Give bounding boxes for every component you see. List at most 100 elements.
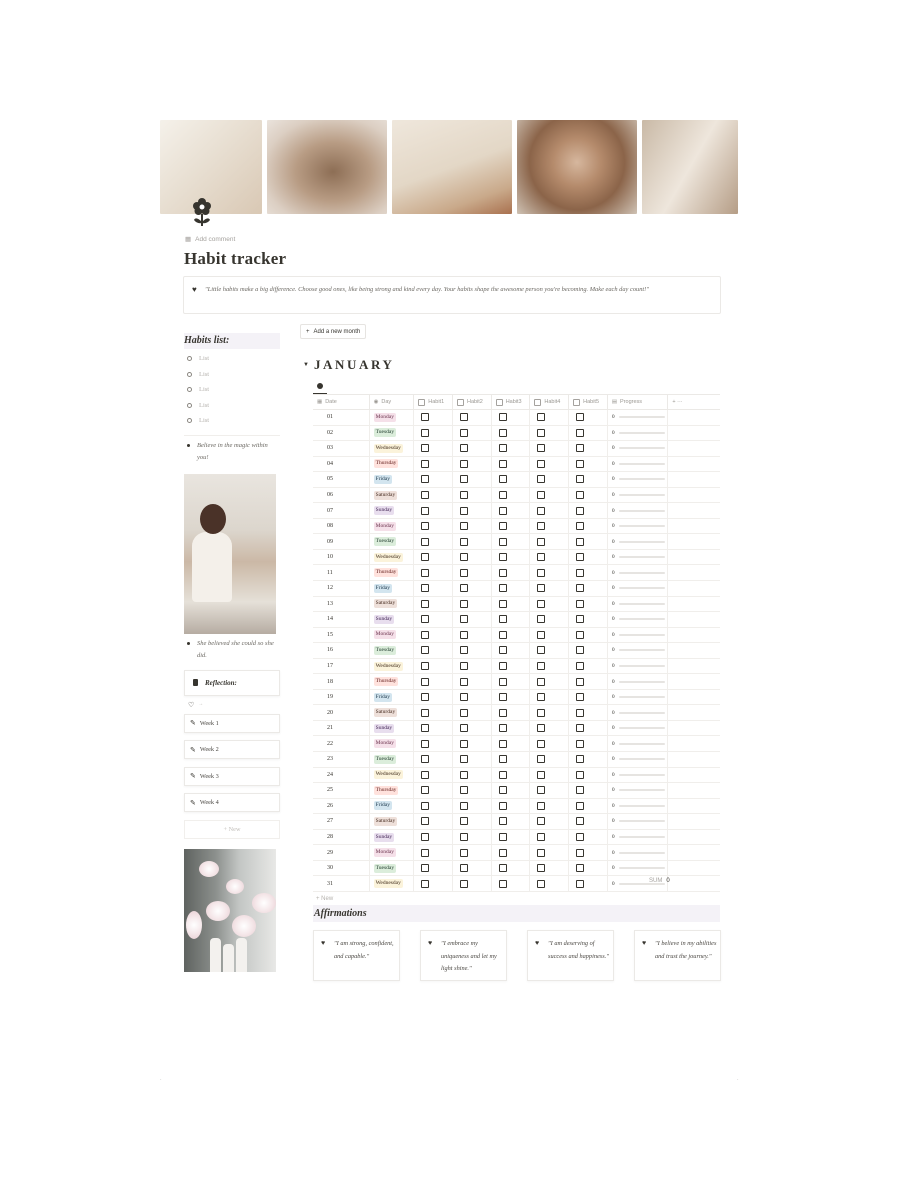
week-2-entry[interactable]: ✎ Week 2 [184, 740, 280, 759]
day-cell[interactable]: Friday [370, 689, 415, 705]
habit-checkbox[interactable] [421, 413, 430, 422]
habit-checkbox[interactable] [460, 801, 469, 810]
day-cell[interactable]: Tuesday [370, 425, 415, 441]
day-cell[interactable]: Sunday [370, 612, 415, 627]
habit-checkbox[interactable] [537, 708, 546, 717]
date-cell[interactable]: 29 [313, 845, 370, 860]
habit-checkbox[interactable] [498, 864, 507, 873]
habit-checkbox[interactable] [421, 817, 430, 826]
day-cell[interactable]: Sunday [370, 829, 415, 845]
habit-checkbox[interactable] [460, 708, 469, 717]
column-header-habit4[interactable]: Habit4 [530, 395, 570, 409]
habit-checkbox[interactable] [421, 677, 430, 686]
habit-checkbox[interactable] [576, 693, 585, 702]
date-cell[interactable]: 31 [313, 876, 370, 891]
habit-checkbox[interactable] [460, 817, 469, 826]
date-cell[interactable]: 18 [313, 674, 370, 689]
flower-page-icon[interactable] [189, 197, 215, 227]
habit-checkbox[interactable] [576, 491, 585, 499]
habit-checkbox[interactable] [576, 522, 585, 531]
table-row[interactable]: 23 Tuesday 0 [313, 752, 720, 768]
habit-checkbox[interactable] [421, 475, 430, 484]
habit-checkbox[interactable] [537, 677, 546, 686]
habit-checkbox[interactable] [576, 786, 585, 795]
day-cell[interactable]: Thursday [370, 783, 415, 798]
day-cell[interactable]: Monday [370, 736, 415, 752]
habit-checkbox[interactable] [537, 428, 546, 437]
day-cell[interactable]: Saturday [370, 814, 415, 829]
table-row[interactable]: 24 Wednesday 0 [313, 767, 720, 784]
habit-checkbox[interactable] [498, 677, 507, 686]
table-row[interactable]: 13 Saturday 0 [313, 596, 720, 613]
habit-checkbox[interactable] [421, 630, 430, 639]
habit-checkbox[interactable] [576, 459, 585, 468]
habit-checkbox[interactable] [537, 615, 546, 624]
habit-checkbox[interactable] [460, 459, 469, 468]
day-cell[interactable]: Wednesday [370, 767, 415, 783]
habit-checkbox[interactable] [498, 475, 507, 484]
day-cell[interactable]: Saturday [370, 487, 415, 503]
toggle-triangle-icon[interactable]: ▼ [303, 362, 309, 368]
habit-checkbox[interactable] [421, 599, 430, 608]
habit-checkbox[interactable] [498, 833, 507, 842]
day-cell[interactable]: Tuesday [370, 534, 415, 549]
table-row[interactable]: 08 Monday 0 [313, 518, 720, 535]
habit-checkbox[interactable] [537, 475, 546, 484]
date-cell[interactable]: 27 [313, 814, 370, 829]
habit-checkbox[interactable] [576, 801, 585, 810]
table-row[interactable]: 18 Thursday 0 [313, 674, 720, 690]
habit-checkbox[interactable] [537, 770, 546, 779]
habit-checkbox[interactable] [460, 615, 469, 624]
habit-checkbox[interactable] [498, 755, 507, 764]
habit-checkbox[interactable] [498, 724, 507, 733]
day-cell[interactable]: Wednesday [370, 549, 415, 565]
habit-checkbox[interactable] [537, 646, 546, 655]
habit-checkbox[interactable] [537, 848, 546, 857]
habit-checkbox[interactable] [498, 693, 507, 702]
affirmation-card[interactable]: ♥ "I am deserving of success and happines… [527, 930, 614, 981]
date-cell[interactable]: 02 [313, 425, 370, 441]
table-row[interactable]: 29 Monday 0 [313, 845, 720, 861]
habit-list-item[interactable]: List [184, 367, 280, 383]
habit-checkbox[interactable] [576, 553, 585, 562]
date-cell[interactable]: 17 [313, 658, 370, 674]
habit-checkbox[interactable] [537, 833, 546, 842]
table-row[interactable]: 06 Saturday 0 [313, 487, 720, 504]
habit-checkbox[interactable] [460, 677, 469, 686]
day-cell[interactable]: Friday [370, 472, 415, 487]
day-cell[interactable]: Monday [370, 410, 415, 425]
habit-checkbox[interactable] [576, 599, 585, 608]
habit-checkbox[interactable] [537, 491, 546, 499]
habit-checkbox[interactable] [421, 444, 430, 453]
habit-checkbox[interactable] [576, 537, 585, 546]
habit-checkbox[interactable] [537, 817, 546, 826]
day-cell[interactable]: Tuesday [370, 752, 415, 767]
habit-checkbox[interactable] [460, 864, 469, 873]
habit-checkbox[interactable] [498, 879, 507, 888]
column-header-habit2[interactable]: Habit2 [453, 395, 492, 409]
habit-checkbox[interactable] [498, 708, 507, 717]
date-cell[interactable]: 12 [313, 581, 370, 596]
habit-checkbox[interactable] [537, 755, 546, 764]
habit-checkbox[interactable] [421, 615, 430, 624]
column-header-habit5[interactable]: Habit5 [569, 395, 608, 409]
habit-checkbox[interactable] [576, 568, 585, 577]
habit-list-item[interactable]: List [184, 382, 280, 398]
date-cell[interactable]: 19 [313, 689, 370, 705]
add-column-button[interactable]: + ··· [668, 395, 720, 409]
habit-checkbox[interactable] [576, 833, 585, 842]
table-row[interactable]: 16 Tuesday 0 [313, 643, 720, 659]
date-cell[interactable]: 11 [313, 565, 370, 581]
habit-checkbox[interactable] [576, 475, 585, 484]
date-cell[interactable]: 14 [313, 612, 370, 627]
date-cell[interactable]: 23 [313, 752, 370, 767]
database-view-tab[interactable] [313, 378, 327, 394]
habit-checkbox[interactable] [537, 801, 546, 810]
table-row[interactable]: 17 Wednesday 0 [313, 658, 720, 675]
habit-checkbox[interactable] [460, 413, 469, 422]
date-cell[interactable]: 24 [313, 767, 370, 783]
sidebar-quote-1[interactable]: Believe in the magic within you! [184, 440, 280, 464]
habit-checkbox[interactable] [576, 584, 585, 593]
date-cell[interactable]: 30 [313, 860, 370, 876]
table-row[interactable]: 04 Thursday 0 [313, 456, 720, 473]
